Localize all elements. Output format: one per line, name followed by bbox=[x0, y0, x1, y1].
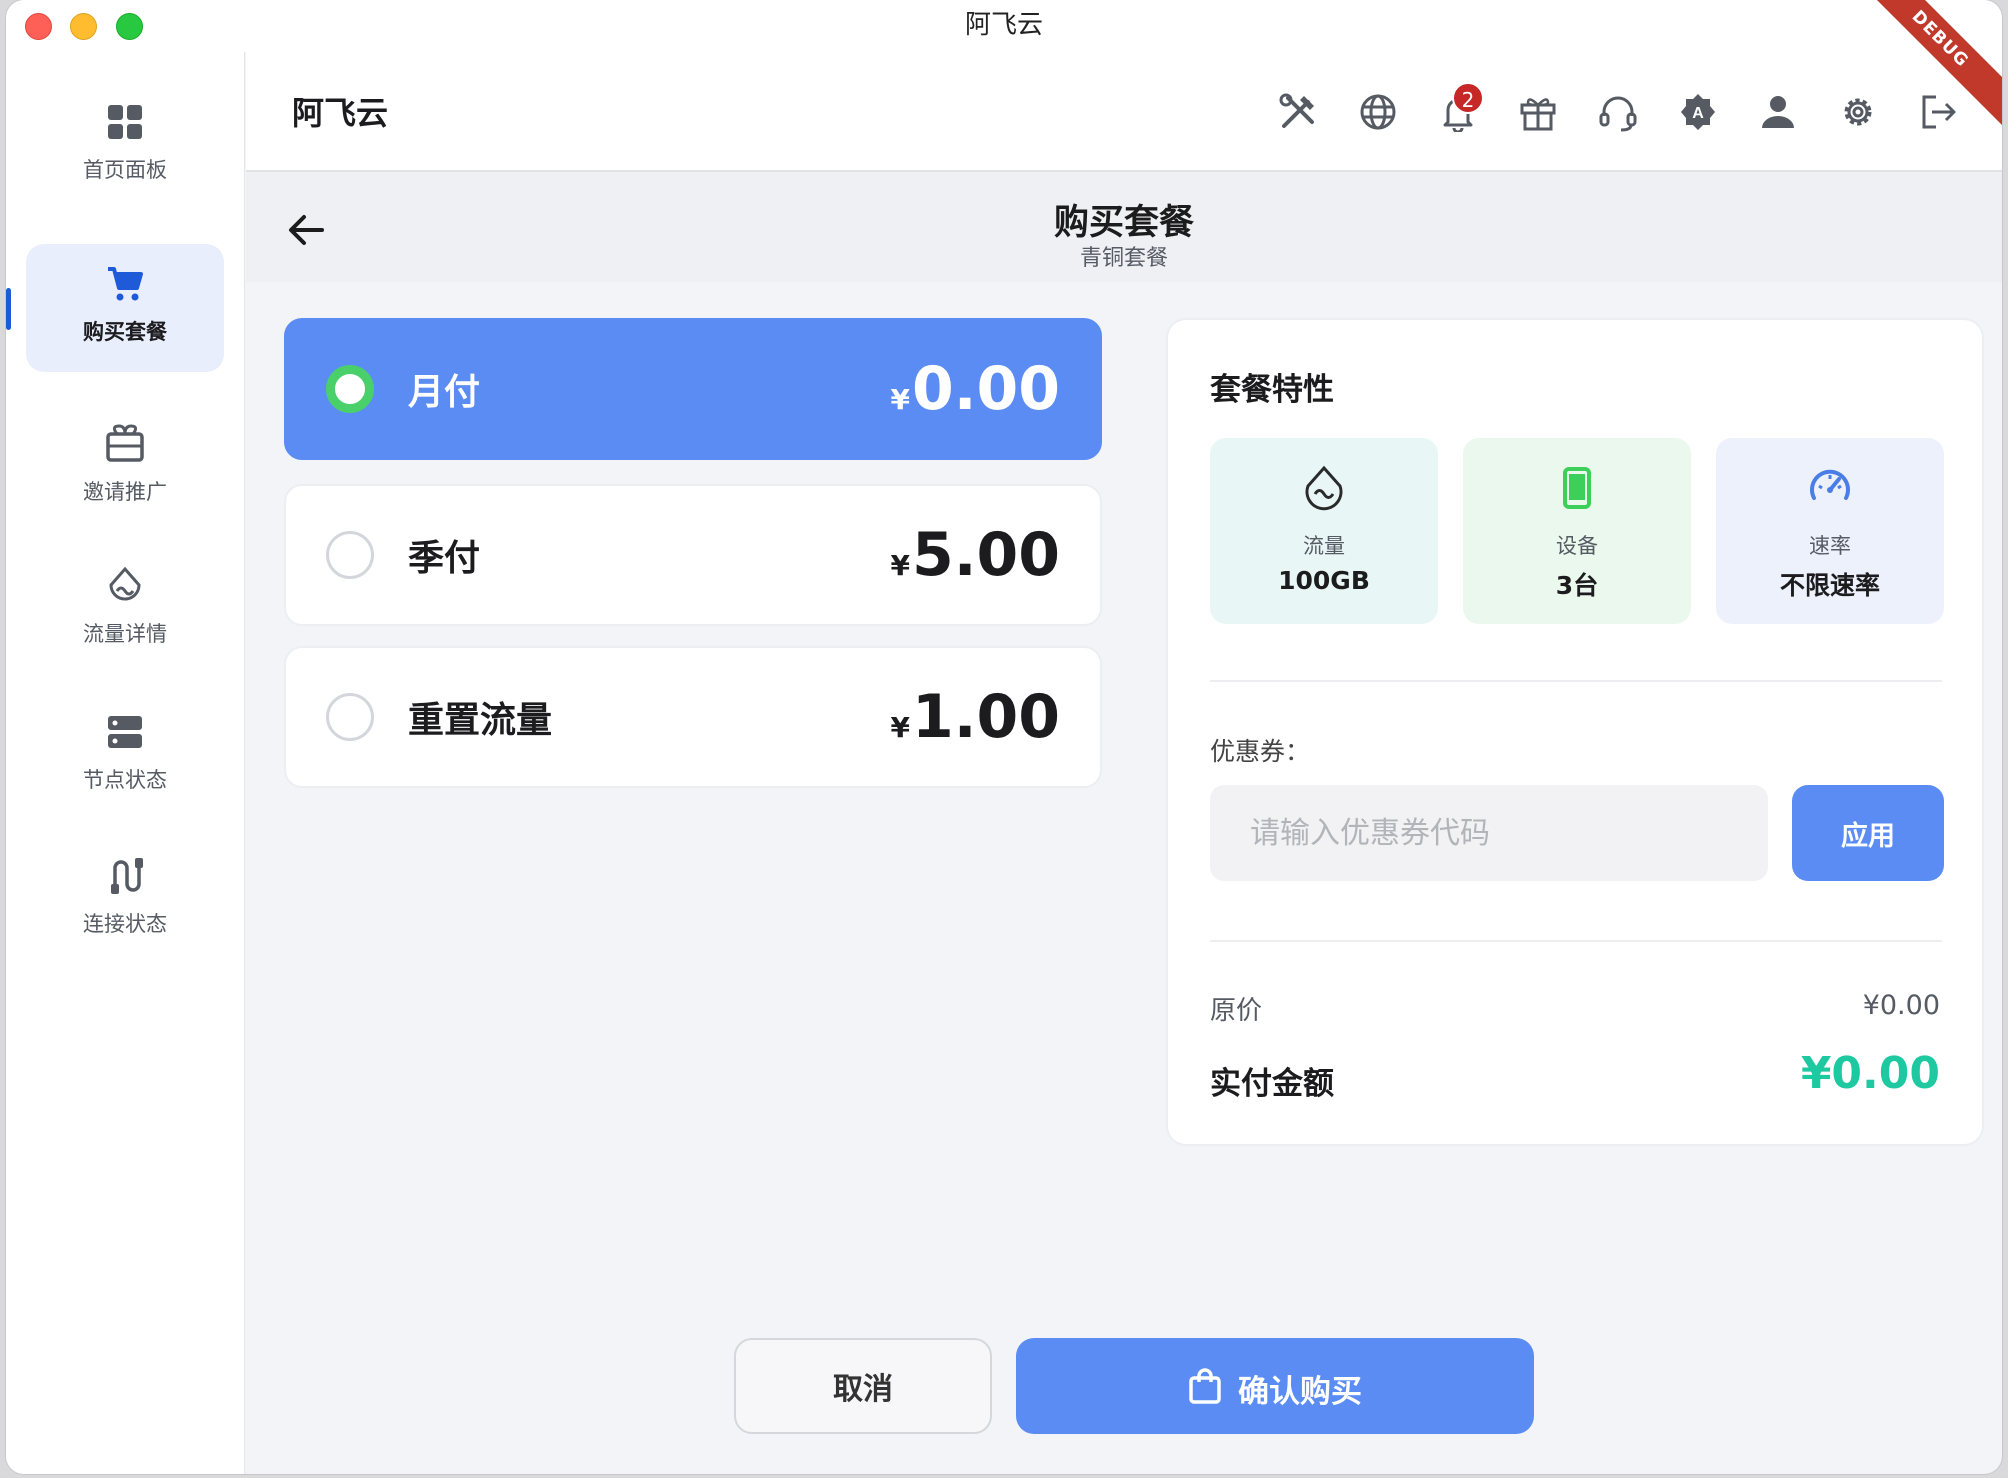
page-header: 购买套餐 青铜套餐 bbox=[246, 172, 2002, 282]
sidebar-item-label: 邀请推广 bbox=[83, 480, 167, 504]
page-title: 购买套餐 bbox=[1053, 203, 1194, 243]
app-window: 阿飞云 DEBUG 首页面板 购买套餐 邀请推广 流量详情 节点状态 连接状态 … bbox=[6, 0, 2002, 1474]
feature-value: 3台 bbox=[1555, 571, 1599, 600]
feature-devices: 设备 3台 bbox=[1463, 438, 1691, 624]
sidebar: 首页面板 购买套餐 邀请推广 流量详情 节点状态 连接状态 bbox=[6, 52, 245, 1474]
plan-details-card: 套餐特性 流量 100GB 设备 3台 速率 不限速率 优惠券： 请输入优惠券代… bbox=[1166, 318, 1984, 1146]
feature-label: 流量 bbox=[1303, 534, 1345, 558]
price-amount: 0.00 bbox=[911, 354, 1060, 424]
shopping-bag-icon bbox=[1189, 1368, 1221, 1404]
cancel-button[interactable]: 取消 bbox=[734, 1338, 992, 1434]
feature-value: 100GB bbox=[1278, 566, 1370, 595]
plan-price: ¥0.00 bbox=[890, 354, 1060, 424]
total-amount-label: 实付金额 bbox=[1210, 1066, 1334, 1102]
connection-icon bbox=[111, 858, 143, 894]
title-bar: 阿飞云 bbox=[6, 0, 2002, 52]
plan-label: 重置流量 bbox=[408, 700, 553, 741]
sidebar-item-traffic[interactable]: 流量详情 bbox=[26, 546, 224, 674]
badge-a-icon[interactable]: A bbox=[1678, 92, 1718, 132]
currency-symbol: ¥ bbox=[890, 711, 910, 744]
sidebar-item-label: 连接状态 bbox=[83, 912, 167, 936]
plan-label: 季付 bbox=[408, 538, 481, 579]
window-title: 阿飞云 bbox=[964, 10, 1043, 40]
plan-option-quarterly[interactable]: 季付 ¥5.00 bbox=[284, 484, 1102, 626]
server-icon bbox=[108, 716, 142, 748]
app-title: 阿飞云 bbox=[292, 94, 389, 132]
plan-option-monthly[interactable]: 月付 ¥0.00 bbox=[284, 318, 1102, 460]
sidebar-item-label: 节点状态 bbox=[83, 768, 167, 792]
logout-icon[interactable] bbox=[1918, 92, 1958, 132]
plan-label: 月付 bbox=[408, 372, 481, 413]
price-amount: 5.00 bbox=[911, 520, 1060, 590]
currency-symbol: ¥ bbox=[890, 549, 910, 582]
invite-icon bbox=[106, 424, 144, 462]
notification-badge: 2 bbox=[1452, 82, 1484, 114]
radio-button[interactable] bbox=[326, 693, 374, 741]
currency-symbol: ¥ bbox=[890, 383, 910, 416]
radio-button[interactable] bbox=[326, 365, 374, 413]
gear-icon[interactable] bbox=[1838, 92, 1878, 132]
plan-option-reset-traffic[interactable]: 重置流量 ¥1.00 bbox=[284, 646, 1102, 788]
speedometer-icon bbox=[1810, 469, 1850, 500]
top-header: 阿飞云 2 A bbox=[246, 52, 2002, 172]
confirm-purchase-button[interactable]: 确认购买 bbox=[1016, 1338, 1534, 1434]
plan-price: ¥5.00 bbox=[890, 520, 1060, 590]
original-price-label: 原价 bbox=[1210, 996, 1263, 1026]
feature-label: 设备 bbox=[1556, 534, 1598, 558]
tools-icon[interactable] bbox=[1278, 92, 1318, 132]
zoom-window-button[interactable] bbox=[116, 13, 143, 40]
sidebar-item-nodes[interactable]: 节点状态 bbox=[26, 692, 224, 820]
total-amount-value: ¥0.00 bbox=[1800, 1048, 1940, 1099]
plan-price: ¥1.00 bbox=[890, 682, 1060, 752]
sidebar-item-dashboard[interactable]: 首页面板 bbox=[26, 82, 224, 210]
sidebar-item-connection[interactable]: 连接状态 bbox=[26, 836, 224, 964]
feature-value: 不限速率 bbox=[1779, 571, 1880, 600]
coupon-label: 优惠券： bbox=[1210, 737, 1311, 766]
cart-icon bbox=[108, 267, 143, 301]
gift-icon[interactable] bbox=[1518, 92, 1558, 132]
feature-label: 速率 bbox=[1809, 534, 1851, 558]
sidebar-item-label: 首页面板 bbox=[83, 158, 167, 182]
confirm-purchase-label: 确认购买 bbox=[1238, 1374, 1362, 1409]
page-subtitle: 青铜套餐 bbox=[1079, 246, 1168, 271]
close-window-button[interactable] bbox=[25, 13, 52, 40]
globe-icon[interactable] bbox=[1358, 92, 1398, 132]
traffic-drop-icon bbox=[1305, 465, 1343, 511]
headset-icon[interactable] bbox=[1598, 92, 1638, 132]
divider bbox=[1210, 680, 1942, 682]
dashboard-icon bbox=[108, 105, 142, 139]
features-title: 套餐特性 bbox=[1210, 372, 1334, 408]
price-amount: 1.00 bbox=[911, 682, 1060, 752]
original-price-value: ¥0.00 bbox=[1862, 990, 1940, 1021]
feature-speed: 速率 不限速率 bbox=[1716, 438, 1944, 624]
apply-coupon-button[interactable]: 应用 bbox=[1792, 785, 1944, 881]
divider bbox=[1210, 940, 1942, 942]
traffic-icon bbox=[109, 566, 141, 601]
sidebar-item-label: 流量详情 bbox=[83, 622, 167, 646]
svg-text:A: A bbox=[1692, 105, 1704, 122]
sidebar-item-invite[interactable]: 邀请推广 bbox=[26, 404, 224, 532]
feature-traffic: 流量 100GB bbox=[1210, 438, 1438, 624]
phone-icon bbox=[1563, 467, 1591, 509]
sidebar-item-label: 购买套餐 bbox=[83, 320, 167, 344]
radio-button[interactable] bbox=[326, 531, 374, 579]
user-icon[interactable] bbox=[1758, 92, 1798, 132]
sidebar-item-buy-plan[interactable]: 购买套餐 bbox=[6, 244, 224, 372]
active-indicator bbox=[6, 288, 11, 330]
coupon-input[interactable] bbox=[1210, 785, 1768, 881]
minimize-window-button[interactable] bbox=[70, 13, 97, 40]
